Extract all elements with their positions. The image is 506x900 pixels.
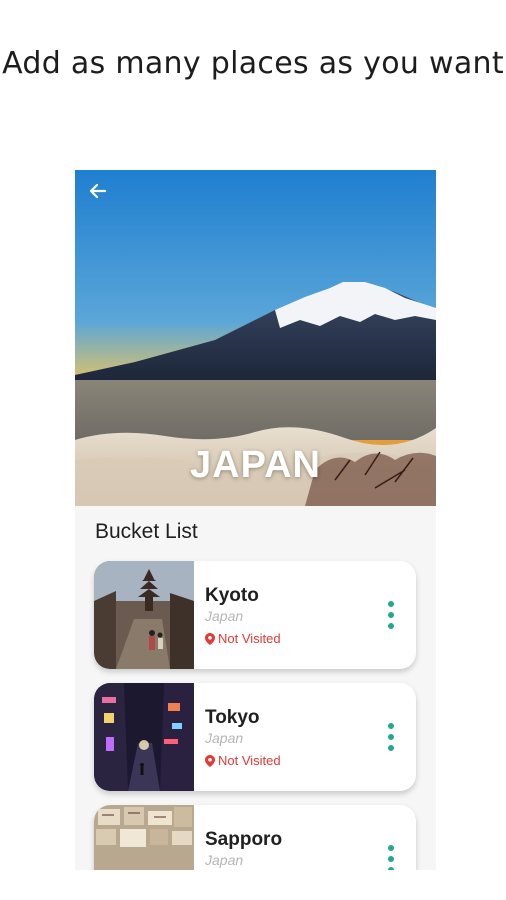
place-thumbnail xyxy=(94,683,194,791)
place-thumbnail xyxy=(94,561,194,669)
visit-status: Not Visited xyxy=(205,753,281,768)
bucket-list-card[interactable]: Tokyo Japan Not Visited xyxy=(94,683,416,791)
location-pin-icon xyxy=(205,754,215,767)
more-vert-icon[interactable] xyxy=(384,845,398,870)
bucket-list-card[interactable]: Kyoto Japan Not Visited xyxy=(94,561,416,669)
country-title: JAPAN xyxy=(190,444,321,486)
visit-status: Not Visited xyxy=(205,631,281,646)
visit-status-label: Not Visited xyxy=(218,631,281,646)
place-name: Kyoto xyxy=(205,585,259,606)
place-name: Tokyo xyxy=(205,707,260,728)
app-screen: JAPAN Bucket List Kyoto Japan Not Visite… xyxy=(75,170,436,870)
place-country: Japan xyxy=(205,730,244,746)
arrow-left-icon xyxy=(89,183,107,199)
visit-status-label: Not Visited xyxy=(218,753,281,768)
location-pin-icon xyxy=(205,632,215,645)
bucket-list-card[interactable]: Sapporo Japan xyxy=(94,805,416,870)
promo-title: Add as many places as you want xyxy=(2,46,504,81)
hero-image: JAPAN xyxy=(75,170,436,506)
place-thumbnail xyxy=(94,805,194,870)
place-country: Japan xyxy=(205,608,244,624)
more-vert-icon[interactable] xyxy=(384,601,398,629)
bucket-list-heading: Bucket List xyxy=(95,520,198,543)
more-vert-icon[interactable] xyxy=(384,723,398,751)
place-name: Sapporo xyxy=(205,829,283,850)
back-button[interactable] xyxy=(89,182,117,210)
place-country: Japan xyxy=(205,852,244,868)
